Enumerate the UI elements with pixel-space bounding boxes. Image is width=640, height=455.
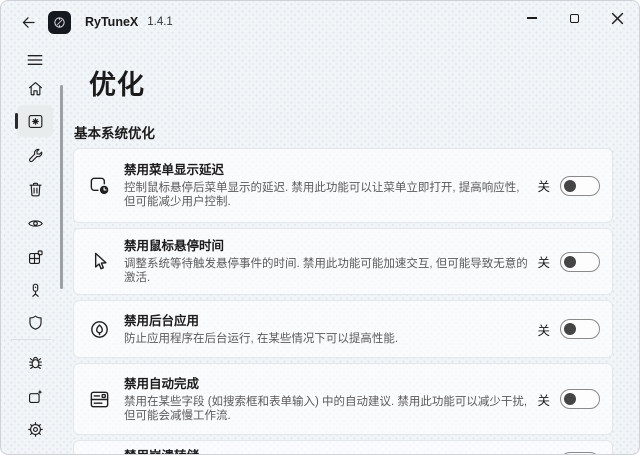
back-button[interactable]: [13, 8, 43, 36]
section-header: 基本系统优化: [74, 122, 155, 142]
card-disable-hover-time: 禁用鼠标悬停时间 调整系统等待触发悬停事件的时间. 禁用此功能可能加速交互, 但…: [73, 228, 613, 295]
sidebar-item-whats-new[interactable]: [17, 380, 53, 412]
sidebar-item-devices[interactable]: [17, 274, 53, 306]
card-disable-crash-dumps: 禁用崩溃转储: [73, 440, 613, 455]
menu-delay-clock-icon: [74, 174, 124, 197]
device-stand-icon: [26, 281, 45, 300]
toggle-state-label: 关: [537, 320, 550, 339]
card-title: 禁用鼠标悬停时间: [124, 238, 531, 255]
titlebar: RyTuneX 1.4.1: [1, 1, 639, 43]
card-disable-autocomplete: 禁用自动完成 禁用在某些字段 (如搜索框和表单输入) 中的自动建议. 禁用此功能…: [73, 363, 613, 435]
rytunex-logo-icon: [52, 15, 67, 30]
maximize-icon: [570, 14, 579, 23]
sidebar-item-privacy[interactable]: [17, 207, 53, 239]
form-autocomplete-icon: [74, 388, 124, 411]
toggle-knob: [564, 393, 576, 405]
toggle-state-label: 关: [537, 176, 550, 195]
eco-leaf-circle-icon: [74, 318, 124, 341]
close-icon: [611, 12, 624, 25]
toggle-knob: [564, 180, 576, 192]
toggle-knob: [564, 323, 576, 335]
card-description: 禁用在某些字段 (如搜索框和表单输入) 中的自动建议. 禁用此功能可以减少干扰,…: [124, 395, 531, 424]
page-title: 优化: [89, 63, 145, 102]
app-logo: [48, 11, 71, 34]
toggle-switch[interactable]: [560, 319, 600, 339]
sidebar-divider: [11, 339, 51, 340]
eye-icon: [26, 214, 45, 233]
toggle-knob: [564, 256, 576, 268]
optimization-card-list: 禁用菜单显示延迟 控制鼠标悬停后菜单显示的延迟. 禁用此功能可以让菜单立即打开,…: [73, 148, 613, 455]
sparkle-box-icon: [26, 387, 45, 406]
toggle-state-label: 关: [537, 252, 550, 271]
gear-icon: [26, 420, 45, 439]
card-disable-background-apps: 禁用后台应用 防止应用程序在后台运行, 在某些情况下可以提高性能. 关: [73, 300, 613, 358]
sidebar-item-security[interactable]: [17, 306, 53, 338]
shield-icon: [26, 313, 45, 332]
card-title: 禁用崩溃转储: [124, 448, 544, 455]
sidebar-item-tweaks[interactable]: [17, 139, 53, 171]
wrench-icon: [26, 146, 45, 165]
app-window: RyTuneX 1.4.1: [0, 0, 640, 455]
back-arrow-icon: [20, 14, 37, 31]
card-description: 防止应用程序在后台运行, 在某些情况下可以提高性能.: [124, 332, 531, 346]
sidebar-item-bug-report[interactable]: [17, 346, 53, 378]
bug-icon: [26, 353, 45, 372]
app-version: 1.4.1: [147, 16, 173, 28]
card-title: 禁用菜单显示延迟: [124, 162, 531, 179]
sidebar-item-features[interactable]: [17, 241, 53, 273]
minimize-icon: [527, 17, 537, 18]
sidebar: [1, 43, 61, 454]
home-icon: [26, 79, 45, 98]
app-title: RyTuneX: [85, 15, 138, 29]
minimize-button[interactable]: [510, 1, 553, 35]
toggle-switch[interactable]: [560, 389, 600, 409]
window-controls: [510, 1, 639, 43]
toggle-state-label: 关: [537, 390, 550, 409]
trash-icon: [26, 180, 45, 199]
sidebar-item-optimize[interactable]: [17, 105, 53, 137]
toggle-switch[interactable]: [560, 176, 600, 196]
hamburger-icon: [26, 51, 44, 69]
sidebar-item-settings[interactable]: [17, 413, 53, 445]
card-description: 控制鼠标悬停后菜单显示的延迟. 禁用此功能可以让菜单立即打开, 提高响应性, 但…: [124, 181, 531, 210]
toggle-switch[interactable]: [560, 252, 600, 272]
sidebar-scrollbar-thumb[interactable]: [60, 85, 63, 289]
cursor-icon: [74, 250, 124, 273]
optimize-box-gear-icon: [26, 112, 45, 131]
nav-selection-indicator: [15, 113, 18, 129]
card-description: 调整系统等待触发悬停事件的时间. 禁用此功能可能加速交互, 但可能导致无意的激活…: [124, 257, 531, 286]
app-grid-icon: [26, 248, 45, 267]
card-title: 禁用后台应用: [124, 313, 531, 330]
close-button[interactable]: [596, 1, 639, 35]
card-title: 禁用自动完成: [124, 376, 531, 393]
card-disable-menu-delay: 禁用菜单显示延迟 控制鼠标悬停后菜单显示的延迟. 禁用此功能可以让菜单立即打开,…: [73, 148, 613, 223]
sidebar-item-home[interactable]: [17, 72, 53, 104]
sidebar-item-debloat[interactable]: [17, 173, 53, 205]
maximize-button[interactable]: [553, 1, 596, 35]
